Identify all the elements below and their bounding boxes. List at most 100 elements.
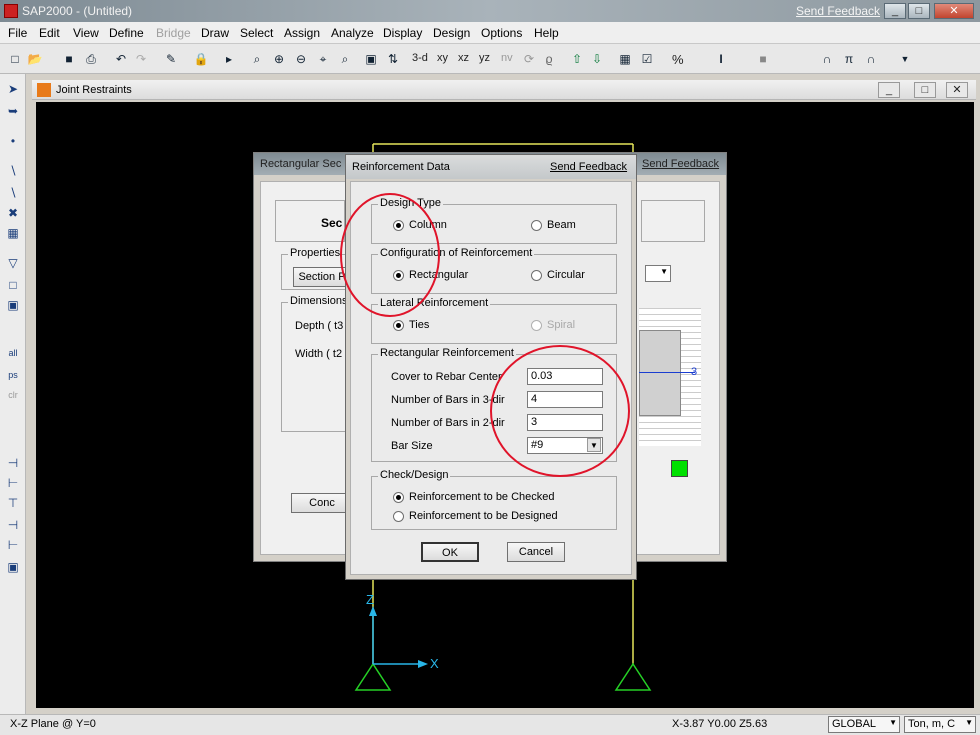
checked-radio[interactable] — [393, 492, 404, 503]
circular-radio[interactable] — [531, 270, 542, 281]
quick-frame-icon[interactable]: ✖ — [4, 204, 22, 222]
run-icon[interactable]: ▸ — [220, 50, 238, 68]
app-icon — [4, 4, 18, 18]
ties-radio[interactable] — [393, 320, 404, 331]
rect-dimensions-label: Dimensions — [288, 295, 350, 307]
coord-system-select[interactable]: GLOBAL ▼ — [828, 716, 900, 733]
ok-button[interactable]: OK — [421, 542, 479, 562]
child-close-button[interactable]: ✕ — [946, 82, 968, 98]
menu-file[interactable]: File — [8, 26, 27, 40]
select-all-icon[interactable]: all — [4, 344, 22, 362]
zoom-window-icon[interactable]: ⌕ — [248, 50, 266, 68]
close-button[interactable]: ✕ — [934, 3, 974, 19]
ties-label: Ties — [409, 319, 430, 331]
draw-area-icon[interactable]: ▽ — [4, 254, 22, 272]
menu-define[interactable]: Define — [109, 26, 144, 40]
snap-perp-icon[interactable]: ⊢ — [4, 536, 22, 554]
quick-brace-icon[interactable]: ▦ — [4, 224, 22, 242]
menu-view[interactable]: View — [73, 26, 99, 40]
pointer-icon[interactable]: ➤ — [4, 80, 22, 98]
draw-solid-icon[interactable]: ▣ — [4, 296, 22, 314]
redo-icon[interactable]: ↷ — [132, 50, 150, 68]
snap-joint-icon[interactable]: ⊣ — [4, 454, 22, 472]
send-feedback-link[interactable]: Send Feedback — [796, 4, 880, 18]
menu-design[interactable]: Design — [433, 26, 470, 40]
menu-select[interactable]: Select — [240, 26, 273, 40]
view-nv-button[interactable]: nv — [501, 52, 513, 64]
percent-button[interactable]: % — [672, 52, 684, 67]
support-right — [614, 662, 652, 691]
pan-icon[interactable]: ▣ — [362, 50, 380, 68]
clear-selection-icon[interactable]: clr — [4, 386, 22, 404]
select-previous-icon[interactable]: ps — [4, 366, 22, 384]
snap-intersect-icon[interactable]: ⊣ — [4, 516, 22, 534]
move-up-icon[interactable]: ⇧ — [568, 50, 586, 68]
draw-frame-icon[interactable]: ∖ — [4, 162, 22, 180]
rotate-icon[interactable]: ⟳ — [520, 50, 538, 68]
view-xy-button[interactable]: xy — [437, 52, 448, 64]
units-select[interactable]: Ton, m, C ▼ — [904, 716, 976, 733]
print-icon[interactable]: ⎙ — [82, 50, 100, 68]
refresh-icon[interactable]: ⇅ — [384, 50, 402, 68]
zoom-all-icon[interactable]: ⌖ — [314, 50, 332, 68]
snap-lines-icon[interactable]: ▣ — [4, 558, 22, 576]
rect-section-send-feedback[interactable]: Send Feedback — [642, 158, 719, 170]
save-icon[interactable]: ■ — [60, 50, 78, 68]
cancel-button[interactable]: Cancel — [507, 542, 565, 562]
designed-radio[interactable] — [393, 511, 404, 522]
pencil-icon[interactable]: ✎ — [162, 50, 180, 68]
undo-icon[interactable]: ↶ — [112, 50, 130, 68]
zoom-restore-icon[interactable]: ⌕ — [336, 50, 354, 68]
maximize-button[interactable]: □ — [908, 3, 930, 19]
menu-help[interactable]: Help — [534, 26, 559, 40]
menu-assign[interactable]: Assign — [284, 26, 320, 40]
menu-bridge[interactable]: Bridge — [156, 26, 191, 40]
snap-mid-icon[interactable]: ⊤ — [4, 494, 22, 512]
menu-analyze[interactable]: Analyze — [331, 26, 374, 40]
axis-x-label: X — [430, 656, 439, 671]
view-xz-button[interactable]: xz — [458, 52, 469, 64]
snap-end-icon[interactable]: ⊢ — [4, 474, 22, 492]
draw-rect-icon[interactable]: □ — [4, 276, 22, 294]
window-icon — [37, 83, 51, 97]
rect-reinforcement-label: Rectangular Reinforcement — [378, 347, 516, 359]
menu-options[interactable]: Options — [481, 26, 522, 40]
child-minimize-button[interactable]: _ — [878, 82, 900, 98]
menu-draw[interactable]: Draw — [201, 26, 229, 40]
joint-icon[interactable]: • — [4, 132, 22, 150]
zoom-out-icon[interactable]: ⊖ — [292, 50, 310, 68]
dropdown-arrow-icon[interactable]: ▼ — [896, 50, 914, 68]
view-3d-button[interactable]: 3-d — [412, 52, 428, 64]
menu-edit[interactable]: Edit — [39, 26, 60, 40]
open-icon[interactable]: 📂 — [26, 50, 44, 68]
spiral-radio[interactable] — [531, 320, 542, 331]
rect-material-select[interactable]: ▼ — [645, 265, 671, 282]
view-yz-button[interactable]: yz — [479, 52, 490, 64]
lock-icon[interactable]: 🔒 — [192, 50, 210, 68]
rotate-3d-icon[interactable]: ϱ — [540, 50, 558, 68]
menu-display[interactable]: Display — [383, 26, 422, 40]
frame-icon[interactable]: ∩ — [818, 50, 836, 68]
reshape-icon[interactable]: ➥ — [4, 102, 22, 120]
rect-axis-3-line — [639, 372, 695, 373]
status-coordinates: X-3.87 Y0.00 Z5.63 — [672, 718, 768, 730]
support-left — [354, 662, 392, 691]
new-model-icon[interactable]: □ — [6, 50, 24, 68]
rect-color-swatch[interactable] — [671, 460, 688, 477]
beam-radio[interactable] — [531, 220, 542, 231]
grid-icon[interactable]: ▦ — [616, 50, 634, 68]
draw-cable-icon[interactable]: ∖ — [4, 184, 22, 202]
text-i-icon[interactable]: I — [712, 50, 730, 68]
check-icon[interactable]: ☑ — [638, 50, 656, 68]
menu-bar: File Edit View Define Bridge Draw Select… — [0, 22, 980, 44]
move-down-icon[interactable]: ⇩ — [588, 50, 606, 68]
zoom-in-icon[interactable]: ⊕ — [270, 50, 288, 68]
child-maximize-button[interactable]: □ — [914, 82, 936, 98]
shade-icon[interactable]: ■ — [754, 50, 772, 68]
frame-local-icon[interactable]: ∩ — [862, 50, 880, 68]
reinforcement-send-feedback[interactable]: Send Feedback — [550, 161, 627, 173]
units-value: Ton, m, C — [908, 718, 956, 730]
minimize-button[interactable]: _ — [884, 3, 906, 19]
rect-concrete-button[interactable]: Conc — [291, 493, 353, 513]
frame-release-icon[interactable]: π — [840, 50, 858, 68]
